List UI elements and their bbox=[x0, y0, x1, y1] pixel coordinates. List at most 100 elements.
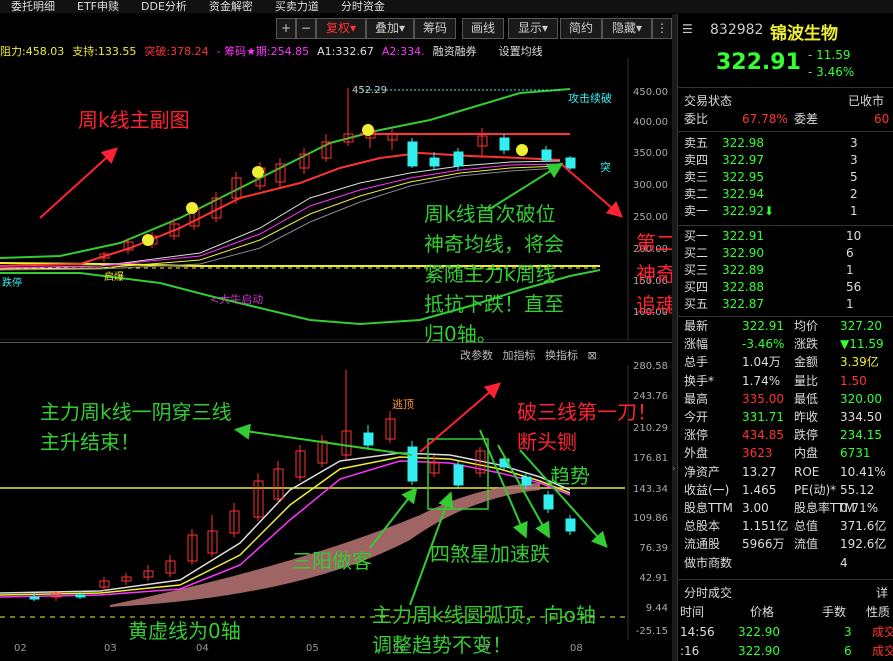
stat-label: 昨收 bbox=[794, 410, 819, 424]
quote-row: 买一 322.91 10 bbox=[684, 228, 892, 245]
ask-price: 322.95 bbox=[722, 170, 764, 184]
menu-icon[interactable]: ☰ bbox=[682, 22, 693, 36]
stat-label: 最高 bbox=[684, 391, 709, 406]
chevron-right-icon[interactable]: › bbox=[672, 464, 676, 474]
stat-label: 涨停 bbox=[684, 428, 709, 443]
annotation-four-stars: 四煞星加速跌 bbox=[430, 542, 550, 566]
quote-row: 换手* 1.74% 量比 1.50 bbox=[684, 373, 892, 390]
stat-value: 3.39亿 bbox=[840, 355, 879, 370]
stat-value: 10.41% bbox=[840, 464, 886, 479]
stat-value: 320.00 bbox=[840, 391, 882, 406]
stat-label: 外盘 bbox=[684, 446, 709, 461]
ask-price: 322.97 bbox=[722, 153, 764, 167]
stat-label: 流值 bbox=[794, 537, 819, 552]
stat-value: 5966万 bbox=[742, 537, 785, 552]
stat-label: 股息TTM bbox=[684, 501, 733, 515]
stat-value: 234.15 bbox=[840, 428, 882, 443]
stat-value: 55.12 bbox=[840, 482, 875, 497]
tick-kind: 成交 bbox=[872, 644, 893, 658]
stat-label: 做市商数 bbox=[684, 555, 733, 570]
stock-code: 832982 bbox=[710, 22, 764, 38]
quote-row: 14:56 322.90 3 成交 bbox=[680, 624, 893, 641]
weibi-row: 委比 67.78% 委差 60 bbox=[684, 111, 892, 128]
tick-kind: 成交 bbox=[872, 625, 893, 639]
quote-row: 股息TTM 3.00 股息率TTM 0.71% bbox=[684, 500, 892, 517]
annotation-line: 主力周k线圆弧顶，向o轴 bbox=[372, 603, 596, 627]
stat-value: 13.27 bbox=[742, 464, 777, 479]
ask-label: 卖五 bbox=[684, 136, 709, 150]
quote-row: 总股本 1.151亿 总值 371.6亿 bbox=[684, 518, 892, 535]
quote-row: 买二 322.90 6 bbox=[684, 245, 892, 262]
quote-row: 今开 331.71 昨收 334.50 bbox=[684, 409, 892, 426]
stat-value: ▼11.59 bbox=[840, 337, 884, 352]
ask-volume: 2 bbox=[850, 187, 858, 201]
stat-value: 327.20 bbox=[840, 319, 882, 333]
ask-label: 卖二 bbox=[684, 187, 709, 201]
ask-volume: 3 bbox=[850, 136, 858, 150]
bid-volume: 1 bbox=[846, 297, 854, 311]
bid-price: 322.91 bbox=[722, 229, 764, 243]
stat-label: 涨跌 bbox=[794, 337, 819, 352]
quote-row: 收益(一) 1.465 PE(动)* 55.12 bbox=[684, 482, 892, 499]
stat-label: 量比 bbox=[794, 373, 819, 388]
quote-row: 买三 322.89 1 bbox=[684, 262, 892, 279]
trade-status-label: 交易状态 bbox=[684, 94, 733, 108]
quote-row: 流通股 5966万 流值 192.6亿 bbox=[684, 536, 892, 553]
stat-value: 371.6亿 bbox=[840, 519, 887, 534]
quote-row: 做市商数 4 bbox=[684, 555, 892, 572]
stat-label: 内盘 bbox=[794, 446, 819, 461]
bid-price: 322.90 bbox=[722, 246, 764, 260]
ticks-header: 时间 价格 手数 性质 bbox=[680, 604, 890, 621]
annotation-arc-top: 主力周k线圆弧顶，向o轴 调整趋势不变！ bbox=[372, 600, 596, 660]
stat-value: 6731 bbox=[840, 446, 871, 461]
annotation-three-yang: 三阳做客 bbox=[292, 549, 372, 573]
ticks-detail-button[interactable]: 详 bbox=[876, 584, 888, 601]
stat-label: 流通股 bbox=[684, 537, 721, 552]
stat-label: ROE bbox=[794, 464, 820, 479]
tick-price: 322.90 bbox=[738, 644, 780, 658]
stat-value: 335.00 bbox=[742, 391, 784, 406]
stat-value: 4 bbox=[840, 555, 848, 570]
annotation-line: 断头铡 bbox=[517, 430, 577, 454]
quote-panel: ☰ 832982 锦波生物 322.91 - 11.59 - 3.46% 交易状… bbox=[677, 14, 893, 661]
ask-volume: 3 bbox=[850, 153, 858, 167]
tick-volume: 6 bbox=[844, 644, 852, 658]
quote-row: 卖一 322.92⬇ 1 bbox=[684, 203, 892, 220]
quote-row: 净资产 13.27 ROE 10.41% bbox=[684, 464, 892, 481]
annotation-line: 神奇均线，将会 bbox=[424, 232, 564, 256]
bid-volume: 10 bbox=[846, 229, 862, 243]
quote-row: 买四 322.88 56 bbox=[684, 279, 892, 296]
bid-label: 买三 bbox=[684, 263, 709, 277]
quote-row: 卖五 322.98 3 bbox=[684, 135, 892, 152]
bid-label: 买一 bbox=[684, 229, 709, 243]
ask-price: 322.94 bbox=[722, 187, 764, 201]
stat-value: 192.6亿 bbox=[840, 537, 887, 552]
annotation-line: 主升结束！ bbox=[40, 430, 140, 454]
stat-label: 净资产 bbox=[684, 464, 721, 479]
change-percent: - 3.46% bbox=[808, 65, 855, 79]
ask-price: 322.92⬇ bbox=[722, 204, 775, 218]
stat-label: 总手 bbox=[684, 355, 709, 370]
bid-label: 买四 bbox=[684, 280, 709, 294]
quote-row: 买五 322.87 1 bbox=[684, 296, 892, 313]
annotation-line: 紧随主力k周线 bbox=[424, 262, 556, 286]
stat-value: 3.00 bbox=[742, 501, 769, 515]
stat-value: 1.50 bbox=[840, 373, 867, 388]
stat-label: 跌停 bbox=[794, 428, 819, 443]
bid-volume: 1 bbox=[846, 263, 854, 277]
stat-label: 最低 bbox=[794, 391, 819, 406]
tick-price: 322.90 bbox=[738, 625, 780, 639]
stat-label: PE(动)* bbox=[794, 482, 837, 497]
stat-value: 3623 bbox=[742, 446, 773, 461]
quote-row: 涨幅 -3.46% 涨跌 ▼11.59 bbox=[684, 336, 892, 353]
bid-volume: 56 bbox=[846, 280, 862, 294]
stat-value: 331.71 bbox=[742, 410, 784, 424]
stat-value: 1.465 bbox=[742, 482, 777, 497]
ask-label: 卖三 bbox=[684, 170, 709, 184]
stat-label: 均价 bbox=[794, 319, 819, 333]
ticks-header-time: 时间 bbox=[680, 605, 705, 619]
stat-label: 涨幅 bbox=[684, 337, 709, 352]
quote-row: 卖三 322.95 5 bbox=[684, 169, 892, 186]
bid-volume: 6 bbox=[846, 246, 854, 260]
annotation-line: 周k线首次破位 bbox=[424, 202, 556, 226]
